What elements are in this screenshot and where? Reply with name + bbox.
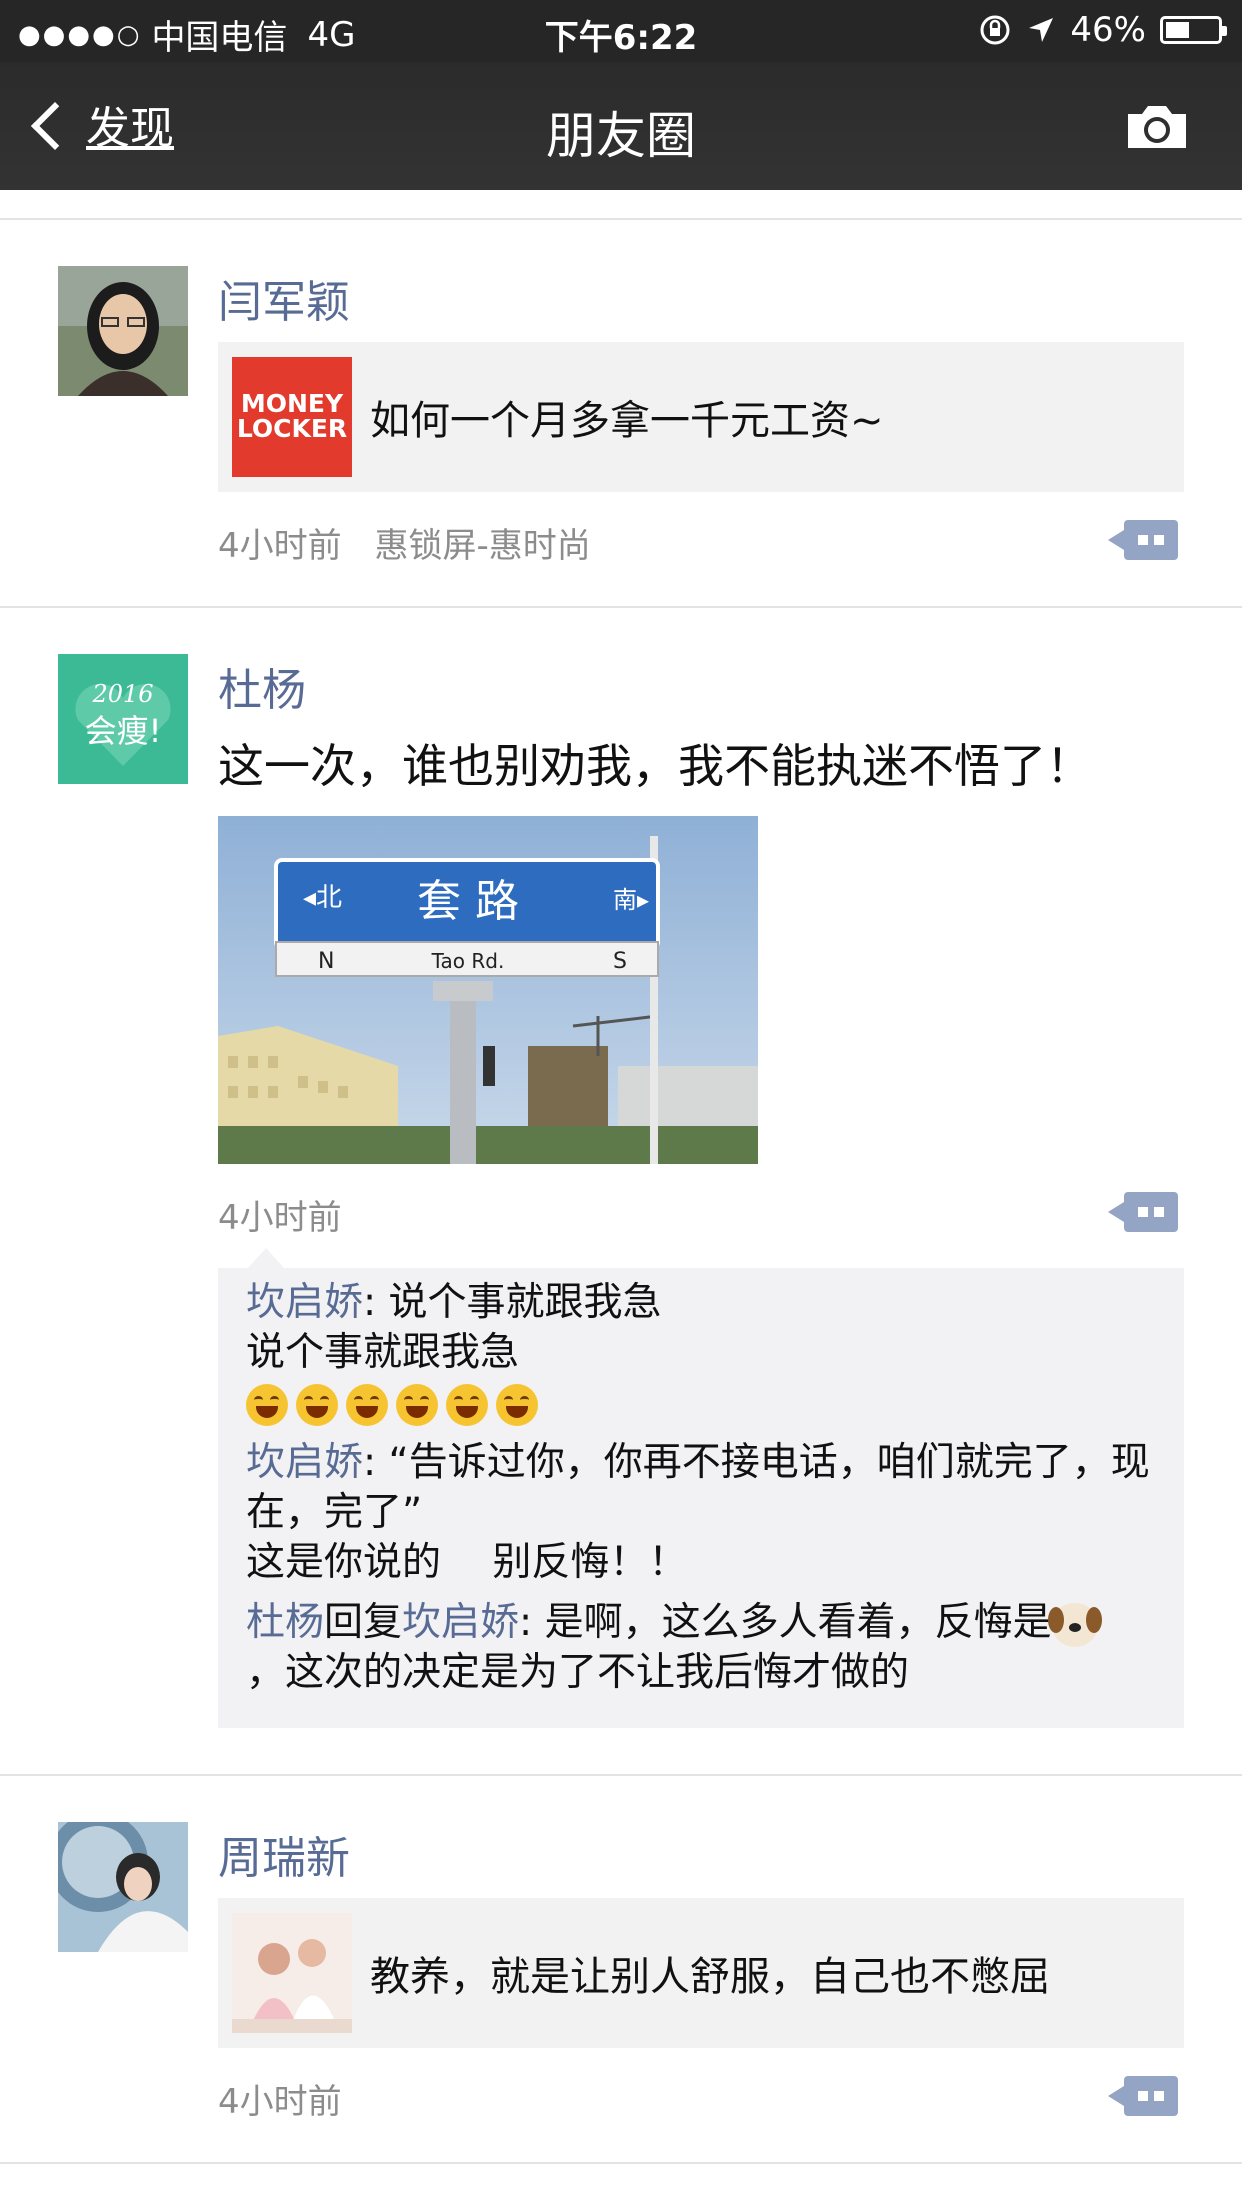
author-name[interactable]: 周瑞新 xyxy=(218,1822,350,1886)
navigation-bar: 发现 朋友圈 xyxy=(0,62,1242,190)
avatar[interactable] xyxy=(58,266,188,396)
post-text: 这一次，谁也别劝我，我不能执迷不悟了！ xyxy=(218,739,1092,793)
laughing-emoji-icon xyxy=(246,1383,288,1426)
comment-icon[interactable] xyxy=(1108,520,1178,560)
sign-title: 套 路 xyxy=(417,876,519,927)
comment[interactable]: 坎启娇: “告诉过你，你再不接电话，咱们就完了，现在，完了” 这是你说的 别反悔… xyxy=(246,1438,1156,1588)
comment-icon[interactable] xyxy=(1108,1192,1178,1232)
post-photo[interactable]: ◂北 套 路 南▸ N Tao Rd. S xyxy=(218,816,758,1164)
laughing-emoji-icon xyxy=(346,1383,388,1426)
laughing-emoji-icon xyxy=(446,1383,488,1426)
avatar[interactable]: 2016 会痩! xyxy=(58,654,188,784)
divider xyxy=(0,606,1242,608)
link-card[interactable]: MONEY LOCKER 如何一个月多拿一千元工资~ xyxy=(218,342,1184,492)
battery-icon xyxy=(1160,16,1227,44)
comment[interactable]: 杜杨回复坎启娇: 是啊，这么多人看着，反悔是 ，这次的决定是为了不让我后悔才做的 xyxy=(246,1598,1156,1698)
avatar-photo xyxy=(58,266,188,396)
comment-section: 坎启娇: 说个事就跟我急 说个事就跟我急 坎启娇: “告诉过你，你再不接电话，咱… xyxy=(218,1248,1184,1728)
author-name[interactable]: 杜杨 xyxy=(218,654,306,718)
comment-text: : “告诉过你，你再不接电话，咱们就完了，现在，完了” xyxy=(246,1440,1150,1535)
comment-icon[interactable] xyxy=(1108,2076,1178,2116)
sign-n: N xyxy=(318,949,334,974)
post-time: 4小时前 xyxy=(218,1198,342,1238)
post-time: 4小时前 xyxy=(218,526,342,566)
comment-text-line2: 说个事就跟我急 xyxy=(246,1330,520,1375)
avatar-graphic: 2016 会痩! xyxy=(58,654,188,784)
link-title: 如何一个月多拿一千元工资~ xyxy=(370,398,884,444)
dog-emoji-icon xyxy=(1047,1602,1102,1647)
avatar-photo xyxy=(58,1822,188,1952)
commenter-name[interactable]: 杜杨 xyxy=(246,1600,324,1645)
comment-text: : 说个事就跟我急 xyxy=(363,1280,662,1325)
reply-to-name[interactable]: 坎启娇 xyxy=(402,1600,519,1645)
sign-s: S xyxy=(613,949,627,974)
comment-text-line2: 这是你说的 别反悔！！ xyxy=(246,1540,688,1585)
divider xyxy=(0,1774,1242,1776)
camera-icon[interactable] xyxy=(1124,102,1190,152)
divider xyxy=(0,2162,1242,2164)
location-arrow-icon xyxy=(1029,18,1054,42)
link-thumbnail: MONEY LOCKER xyxy=(232,357,352,477)
thumbnail-logo-text: MONEY LOCKER xyxy=(236,389,348,443)
laughing-emoji-icon xyxy=(296,1383,338,1426)
comment[interactable]: 坎启娇: 说个事就跟我急 说个事就跟我急 xyxy=(246,1278,1156,1428)
avatar[interactable] xyxy=(58,1822,188,1952)
comment-text: : 是啊，这么多人看着，反悔是 xyxy=(519,1600,1052,1645)
status-right: 46% xyxy=(978,10,1227,50)
page-title: 朋友圈 xyxy=(546,107,696,165)
post-time: 4小时前 xyxy=(218,2082,342,2122)
sign-right: 南▸ xyxy=(613,886,649,914)
laughing-emoji-icon xyxy=(496,1383,538,1426)
status-bar: ●●●●○ 中国电信 4G 下午6:22 46% xyxy=(0,0,1242,62)
commenter-name[interactable]: 坎启娇 xyxy=(246,1440,363,1485)
battery-percent: 46% xyxy=(1070,10,1146,50)
author-name[interactable]: 闫军颖 xyxy=(218,266,350,330)
divider xyxy=(0,218,1242,220)
orientation-lock-icon xyxy=(980,15,1010,45)
link-title: 教养，就是让别人舒服，自己也不憋屈 xyxy=(370,1954,1050,2000)
comment-text-line2: ，这次的决定是为了不让我后悔才做的 xyxy=(246,1650,910,1695)
laughing-emoji-icon xyxy=(396,1383,438,1426)
emoji-row xyxy=(246,1380,546,1426)
reply-word: 回复 xyxy=(324,1600,403,1645)
link-card[interactable]: 教养，就是让别人舒服，自己也不憋屈 xyxy=(218,1898,1184,2048)
sign-left: ◂北 xyxy=(303,883,342,913)
post-meta: 4小时前 惠锁屏-惠时尚 xyxy=(218,518,591,567)
sign-road: Tao Rd. xyxy=(431,949,505,973)
link-thumbnail xyxy=(232,1913,352,2033)
avatar-text: 2016 xyxy=(91,680,153,708)
post-source[interactable]: 惠锁屏-惠时尚 xyxy=(374,526,590,566)
commenter-name[interactable]: 坎启娇 xyxy=(246,1280,363,1325)
avatar-text-2: 会痩! xyxy=(85,712,162,750)
